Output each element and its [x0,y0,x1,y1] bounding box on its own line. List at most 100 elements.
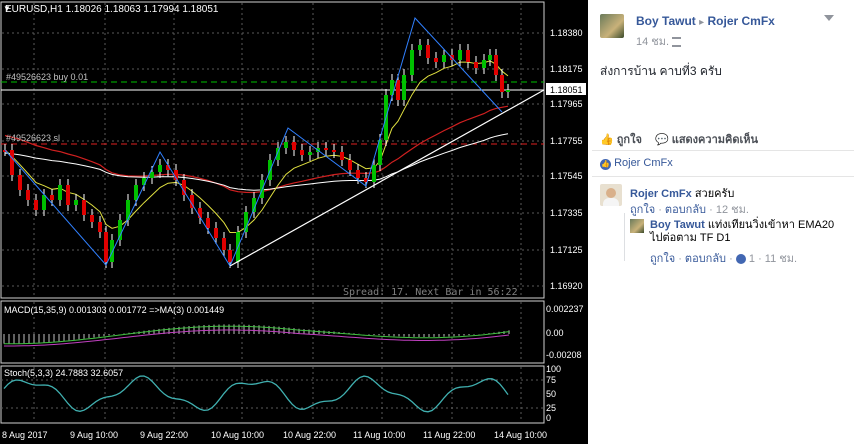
price-pane [0,1,545,299]
price-tag: 1.18051 [550,85,583,95]
candle-body [426,45,430,58]
candle-body [34,200,38,210]
price-tick-label: 1.17335 [550,208,583,218]
candle-body [494,55,498,75]
price-tick-label: 1.17965 [550,99,583,109]
spread-info: Spread: 17. Next Bar in 56:22 [343,287,518,298]
candle-body [332,150,336,152]
candle-body [10,150,14,175]
candle-body [434,58,438,62]
chart-canvas[interactable]: EURUSD,H1 1.18026 1.18063 1.17994 1.1805… [0,0,588,444]
candle-body [410,50,414,75]
candle-body [228,250,232,262]
reply-text-line2: ไปต่อตาม TF D1 [650,232,731,244]
candle-body [300,150,304,155]
candle-body [18,175,22,190]
ma-white-line [4,133,509,191]
macd-tick-label: 0.00 [546,328,564,338]
like-button[interactable]: 👍 ถูกใจ [600,134,642,146]
candle-body [488,55,492,60]
candle-body [474,62,478,68]
candle-body [150,172,154,178]
price-tick-label: 1.17755 [550,136,583,146]
stoch-tick-label: 100 [546,364,561,374]
candle-body [284,142,288,148]
like-reaction-icon: 👍 [600,159,611,170]
candle-body [74,200,78,205]
price-tick-label: 1.18175 [550,64,583,74]
time-tick-label: 11 Aug 10:00 [353,430,405,440]
reply-text-line1: แท่งเทียนวิ่งเข้าหา EMA20 [707,219,835,231]
price-tick-label: 1.18380 [550,28,583,38]
chevron-down-icon[interactable] [824,15,834,21]
reply-like-link[interactable]: ถูกใจ [650,253,675,265]
post-group[interactable]: Rojer CmFx [708,14,775,28]
candle-body [308,152,312,155]
time-tick-label: 9 Aug 22:00 [140,430,188,440]
candle-body [82,200,86,215]
candle-body [418,45,422,50]
comment-like-link[interactable]: ถูกใจ [630,204,655,216]
post-time[interactable]: 14 ชม. [636,36,669,48]
candle-body [104,232,108,262]
comment-reply-link[interactable]: ตอบกลับ [665,204,706,216]
candle-body [134,185,138,200]
price-tick-label: 1.17125 [550,245,583,255]
price-tick-label: 1.17545 [550,171,583,181]
candle-body [222,238,226,250]
comment-avatar[interactable] [600,184,622,206]
macd-tick-label: 0.002237 [546,304,584,314]
reply-time[interactable]: 11 ชม. [765,253,797,265]
dropdown-arrow-icon[interactable]: ▼ [3,4,11,13]
time-tick-label: 8 Aug 2017 [2,430,48,440]
reply-reply-link[interactable]: ตอบกลับ [685,253,726,265]
stoch-label: Stoch(5,3,3) 24.7883 32.6057 [4,368,123,378]
candle-body [292,142,296,150]
candle-body [118,220,122,240]
chart-header: EURUSD,H1 1.18026 1.18063 1.17994 1.1805… [5,4,219,15]
candle-body [396,80,400,100]
sl-order-label: #49526623 sl [6,133,60,143]
post-author[interactable]: Boy Tawut [636,14,696,28]
reply-reaction-count[interactable]: 1 [749,253,755,265]
candle-body [42,195,46,210]
comment-button[interactable]: 💬 แสดงความคิดเห็น [655,134,758,146]
macd-ma-line [4,325,510,345]
comment-author[interactable]: Rojer CmFx [630,188,692,200]
macd-label: MACD(15,35,9) 0.001303 0.001772 =>MA(3) … [4,305,224,315]
comment-time[interactable]: 12 ชม. [716,204,749,216]
post-text: ส่งการบ้าน คาบที่3 ครับ [600,64,722,78]
reply-avatar[interactable] [630,219,644,233]
group-icon [672,37,682,48]
reply-author[interactable]: Boy Tawut [650,219,705,231]
likers-link[interactable]: Rojer CmFx [614,157,673,169]
candle-body [214,228,218,238]
comment-text: สวยครับ [694,188,735,200]
reply-body: Boy Tawut แท่งเทียนวิ่งเข้าหา EMA20 ไปต่… [650,219,850,245]
avatar[interactable] [600,14,624,38]
candle-body [26,190,30,200]
time-tick-label: 10 Aug 10:00 [211,430,264,440]
trading-chart[interactable]: EURUSD,H1 1.18026 1.18063 1.17994 1.1805… [0,0,588,444]
candle-body [356,170,360,178]
arrow-right-icon: ▸ [699,17,705,28]
candle-body [458,50,462,60]
time-tick-label: 10 Aug 22:00 [283,430,336,440]
candle-body [110,240,114,262]
stoch-tick-label: 75 [546,375,556,385]
stoch-tick-label: 50 [546,389,556,399]
candle-body [402,75,406,100]
ma-red-line [4,105,509,194]
candle-body [58,185,62,200]
candle-body [482,60,486,68]
stoch-tick-label: 0 [546,413,551,423]
thumbs-up-icon: 👍 [600,134,614,146]
candle-body [66,185,70,205]
buy-order-label: #49526623 buy 0.01 [6,72,88,82]
stoch-k-line [3,375,509,413]
price-tick-label: 1.16920 [550,281,583,291]
candle-body [206,218,210,228]
candle-body [50,195,54,200]
candle-body [90,215,94,222]
facebook-post-panel: Boy Tawut ▸ Rojer CmFx 14 ชม. ส่งการบ้าน… [592,0,854,444]
